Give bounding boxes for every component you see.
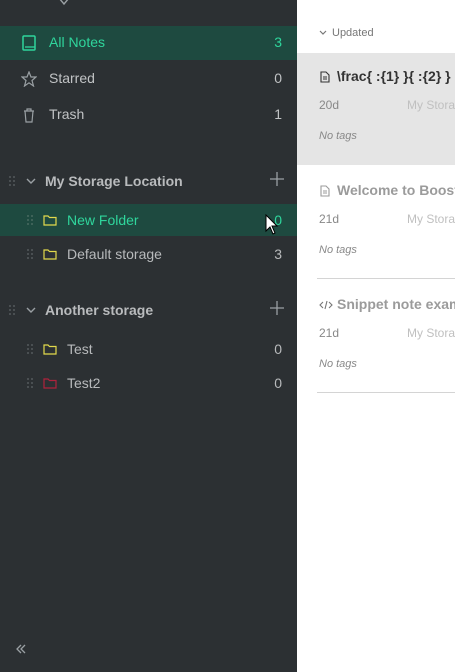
note-title: Snippet note example bbox=[337, 296, 455, 312]
note-item[interactable]: Snippet note example 21d My Storage Loca… bbox=[297, 281, 455, 393]
chevron-down-icon[interactable] bbox=[25, 303, 37, 319]
folder-test[interactable]: Test 0 bbox=[0, 333, 297, 365]
mouse-cursor-icon bbox=[265, 213, 279, 241]
note-list: Updated \frac{ :{1} }{ :{2} } 20d My Sto… bbox=[297, 0, 455, 672]
add-folder-icon[interactable] bbox=[269, 300, 285, 319]
note-tags: No tags bbox=[319, 244, 357, 256]
divider bbox=[317, 278, 455, 279]
drag-handle-icon[interactable] bbox=[8, 174, 16, 190]
note-date: 20d bbox=[319, 98, 340, 112]
document-icon bbox=[319, 70, 331, 88]
divider bbox=[317, 392, 455, 393]
note-title: \frac{ :{1} }{ :{2} } bbox=[337, 68, 451, 84]
folder-label: New Folder bbox=[67, 212, 139, 228]
folder-label: Test2 bbox=[67, 375, 101, 391]
nav-all-notes[interactable]: All Notes 3 bbox=[0, 26, 297, 60]
storage-name: Another storage bbox=[45, 302, 154, 318]
storage-header-my-storage-location[interactable]: My Storage Location bbox=[0, 165, 297, 197]
nav-starred-label: Starred bbox=[49, 70, 95, 86]
sidebar-topbar bbox=[0, 0, 297, 8]
note-storage: My Storage Location bbox=[407, 212, 455, 226]
collapse-sidebar-icon[interactable] bbox=[14, 642, 28, 661]
note-item[interactable]: \frac{ :{1} }{ :{2} } 20d My Storage Loc… bbox=[297, 53, 455, 165]
drag-handle-icon[interactable] bbox=[26, 342, 34, 358]
nav-trash-label: Trash bbox=[49, 106, 85, 122]
drag-handle-icon[interactable] bbox=[26, 376, 34, 392]
drag-handle-icon[interactable] bbox=[8, 303, 16, 319]
note-storage: My Storage Location bbox=[407, 326, 455, 340]
document-icon bbox=[319, 184, 331, 202]
book-icon bbox=[21, 35, 37, 51]
tag-icon[interactable] bbox=[57, 0, 71, 12]
folder-new-folder[interactable]: New Folder 0 bbox=[0, 204, 297, 236]
note-tags: No tags bbox=[319, 358, 357, 370]
nav-all-notes-count: 3 bbox=[274, 34, 282, 50]
sort-selector[interactable]: Updated bbox=[297, 22, 455, 46]
trash-icon bbox=[21, 107, 37, 123]
folder-test2[interactable]: Test2 0 bbox=[0, 367, 297, 399]
folder-icon bbox=[43, 247, 57, 263]
nav-all-notes-label: All Notes bbox=[49, 34, 106, 50]
drag-handle-icon[interactable] bbox=[26, 247, 34, 263]
note-title: Welcome to Boostnote! bbox=[337, 182, 455, 198]
nav-trash-count: 1 bbox=[274, 106, 282, 122]
folder-icon bbox=[43, 213, 57, 229]
nav-starred-count: 0 bbox=[274, 70, 282, 86]
sort-label: Updated bbox=[332, 27, 374, 39]
chevron-down-icon[interactable] bbox=[25, 174, 37, 190]
folder-label: Test bbox=[67, 341, 93, 357]
code-icon bbox=[319, 298, 333, 316]
note-tags: No tags bbox=[319, 130, 357, 142]
add-folder-icon[interactable] bbox=[269, 171, 285, 190]
folder-count: 3 bbox=[274, 246, 282, 262]
star-icon bbox=[20, 70, 38, 88]
note-item[interactable]: Welcome to Boostnote! 21d My Storage Loc… bbox=[297, 167, 455, 279]
storage-header-another-storage[interactable]: Another storage bbox=[0, 294, 297, 326]
nav-trash[interactable]: Trash 1 bbox=[0, 98, 297, 132]
note-date: 21d bbox=[319, 326, 340, 340]
chevron-down-icon bbox=[318, 28, 328, 41]
storage-name: My Storage Location bbox=[45, 173, 183, 189]
note-storage: My Storage Location bbox=[407, 98, 455, 112]
note-date: 21d bbox=[319, 212, 340, 226]
hamburger-menu-icon[interactable] bbox=[18, 0, 36, 12]
drag-handle-icon[interactable] bbox=[26, 213, 34, 229]
folder-icon bbox=[43, 376, 57, 392]
nav-starred[interactable]: Starred 0 bbox=[0, 62, 297, 96]
folder-count: 0 bbox=[274, 375, 282, 391]
sidebar: All Notes 3 Starred 0 Trash 1 My Storage… bbox=[0, 0, 297, 672]
folder-label: Default storage bbox=[67, 246, 162, 262]
folder-count: 0 bbox=[274, 341, 282, 357]
folder-default-storage[interactable]: Default storage 3 bbox=[0, 238, 297, 270]
folder-icon bbox=[43, 342, 57, 358]
